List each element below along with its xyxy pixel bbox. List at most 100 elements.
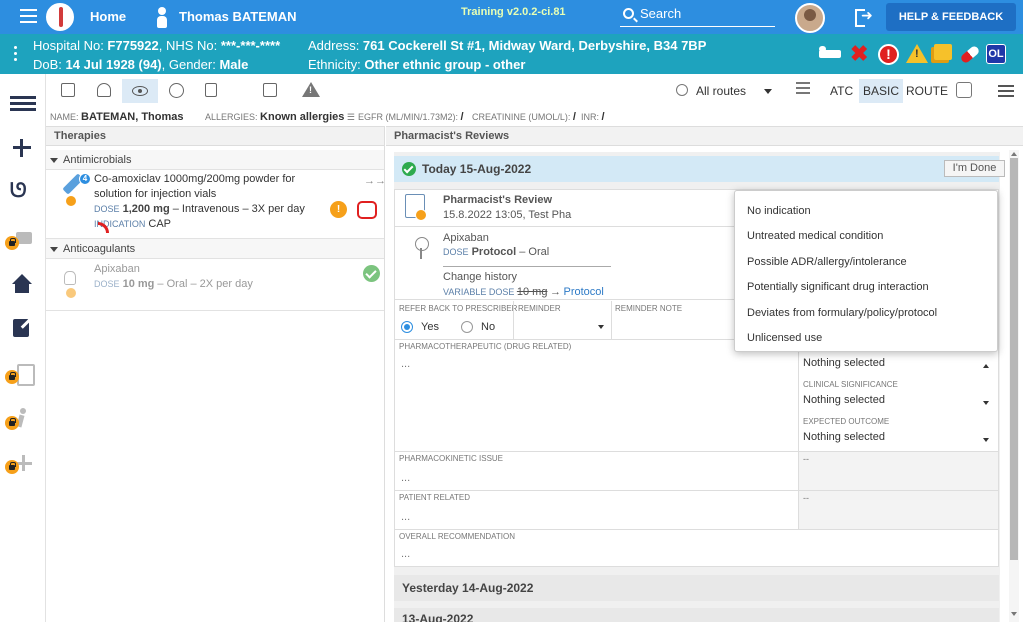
option-no-indication[interactable]: No indication xyxy=(747,205,811,217)
scroll-thumb[interactable] xyxy=(1010,158,1018,560)
clinical-dropdown[interactable]: Nothing selected xyxy=(803,394,995,412)
patient-input[interactable]: ... xyxy=(401,511,410,523)
refer-label: REFER BACK TO PRESCRIBER xyxy=(399,304,518,313)
route-button[interactable]: ROUTE xyxy=(902,79,952,103)
pill-circle-icon xyxy=(169,83,184,98)
drug-name: Apixaban DOSE 10 mg – Oral – 2X per day xyxy=(94,263,253,290)
egfr-value: / xyxy=(460,111,464,123)
caret-down-icon xyxy=(50,246,58,252)
basic-button[interactable]: BASIC xyxy=(859,79,904,103)
creatinine-value: / xyxy=(572,111,576,123)
group-anticoagulants[interactable]: Anticoagulants xyxy=(46,239,384,259)
scroll-up-icon[interactable] xyxy=(1011,152,1017,156)
document-icon xyxy=(405,194,427,221)
review-title: Pharmacist's Review xyxy=(443,194,553,206)
expand-arrows-icon[interactable]: →→ xyxy=(364,175,386,187)
option-possible-adr[interactable]: Possible ADR/allergy/intolerance xyxy=(747,256,907,268)
top-bar: Home Thomas BATEMAN Training v2.0.2-ci.8… xyxy=(0,0,1023,34)
patient-name-link[interactable]: Thomas BATEMAN xyxy=(179,9,296,24)
edit-icon[interactable] xyxy=(10,316,36,340)
option-untreated-condition[interactable]: Untreated medical condition xyxy=(747,230,883,242)
more-vertical-icon[interactable] xyxy=(14,46,17,64)
tool-1-button[interactable] xyxy=(50,79,86,103)
hamburger-menu-icon[interactable] xyxy=(998,85,1014,100)
logo-icon[interactable] xyxy=(46,3,74,31)
pharmaco-input[interactable]: ... xyxy=(401,358,410,370)
bed-icon[interactable] xyxy=(818,44,841,64)
person-icon xyxy=(152,5,172,29)
menu-icon[interactable] xyxy=(20,9,37,23)
lock-icon xyxy=(5,370,19,384)
warning-button[interactable] xyxy=(292,79,328,103)
therapy-item-co-amoxiclav[interactable]: 4 Co-amoxiclav 1000mg/200mg powder for s… xyxy=(46,170,386,239)
tool-6-button[interactable] xyxy=(252,79,288,103)
list-icon[interactable] xyxy=(10,94,36,118)
ol-badge[interactable]: OL xyxy=(986,44,1006,64)
search-box[interactable]: Search xyxy=(620,3,775,27)
logout-icon[interactable] xyxy=(855,7,873,27)
reminder-note-label: REMINDER NOTE xyxy=(615,304,683,313)
variable-dose: VARIABLE DOSE 10 mg → Protocol xyxy=(443,286,604,298)
caret-down-icon xyxy=(50,157,58,163)
atc-button[interactable]: ATC xyxy=(826,79,857,103)
stethoscope-icon[interactable]: ᘎ xyxy=(10,180,36,204)
patient-label: PATIENT RELATED xyxy=(399,493,470,502)
routes-label: All routes xyxy=(696,84,747,98)
document-button[interactable] xyxy=(194,79,230,103)
group-antimicrobials[interactable]: Antimicrobials xyxy=(46,150,384,170)
warning-icon[interactable] xyxy=(906,44,928,63)
allergies-label: ALLERGIES: xyxy=(205,112,258,122)
overall-input[interactable]: ... xyxy=(401,548,410,560)
house-icon[interactable] xyxy=(10,272,36,296)
exclamation-icon[interactable]: ! xyxy=(878,44,899,65)
bell-icon[interactable]: ! xyxy=(330,201,347,218)
pill-icon[interactable] xyxy=(959,44,981,65)
view-eye-button[interactable] xyxy=(122,79,158,103)
nhs-number: ***-***-**** xyxy=(220,38,281,53)
egfr-label: EGFR (ML/MIN/1.73M2): xyxy=(358,112,459,122)
reminder-label: REMINDER xyxy=(518,304,561,313)
copy-icon[interactable] xyxy=(934,44,952,60)
count-badge: 4 xyxy=(79,173,91,185)
inr-value: / xyxy=(601,111,605,123)
help-feedback-button[interactable]: HELP & FEEDBACK xyxy=(886,3,1016,31)
dob: 14 Jul 1928 (94) xyxy=(65,57,162,72)
allergies-value[interactable]: Known allergies xyxy=(260,111,344,123)
med-name: Apixaban xyxy=(443,232,489,244)
gender: Male xyxy=(219,57,249,72)
option-deviates-formulary[interactable]: Deviates from formulary/policy/protocol xyxy=(747,307,937,319)
day-header-today[interactable]: Today 15-Aug-2022 I'm Done xyxy=(394,156,1005,182)
pk-input[interactable]: ... xyxy=(401,472,410,484)
refer-no-radio[interactable] xyxy=(461,321,473,333)
divider xyxy=(443,266,611,267)
day-header-yesterday[interactable]: Yesterday 14-Aug-2022 xyxy=(394,575,999,601)
option-drug-interaction[interactable]: Potentially significant drug interaction xyxy=(747,281,929,293)
option-unlicensed-use[interactable]: Unlicensed use xyxy=(747,332,822,344)
group-name: Antimicrobials xyxy=(63,154,132,166)
sort-icon[interactable] xyxy=(796,82,810,98)
expected-dropdown[interactable]: Nothing selected xyxy=(803,431,995,449)
chevron-down-icon xyxy=(598,325,604,329)
issue-dropdown[interactable]: Nothing selected xyxy=(803,357,995,375)
patient-side: -- xyxy=(798,491,998,529)
name-value: BATEMAN, Thomas xyxy=(81,111,184,123)
avatar[interactable] xyxy=(795,3,825,33)
x-icon[interactable]: ✖ xyxy=(850,43,872,65)
reminder-dropdown[interactable] xyxy=(516,318,610,336)
reviews-scrollbar[interactable] xyxy=(1009,150,1019,622)
warning-outline-icon xyxy=(302,82,320,97)
day-header-13aug[interactable]: 13-Aug-2022 xyxy=(394,608,999,622)
plus-icon[interactable] xyxy=(10,136,36,160)
tool-4-button[interactable] xyxy=(158,79,194,103)
no-label: No xyxy=(481,321,496,333)
yes-label: Yes xyxy=(421,321,439,333)
scroll-down-icon[interactable] xyxy=(1011,612,1017,616)
refer-yes-radio[interactable] xyxy=(401,321,413,333)
tool-2-button[interactable] xyxy=(86,79,122,103)
therapy-item-apixaban[interactable]: Apixaban DOSE 10 mg – Oral – 2X per day xyxy=(46,259,384,311)
name-label: NAME: xyxy=(50,112,79,122)
layers-icon[interactable] xyxy=(956,82,972,98)
red-alert-icon[interactable] xyxy=(357,201,377,219)
home-link[interactable]: Home xyxy=(90,9,126,24)
im-done-button[interactable]: I'm Done xyxy=(944,160,1005,177)
